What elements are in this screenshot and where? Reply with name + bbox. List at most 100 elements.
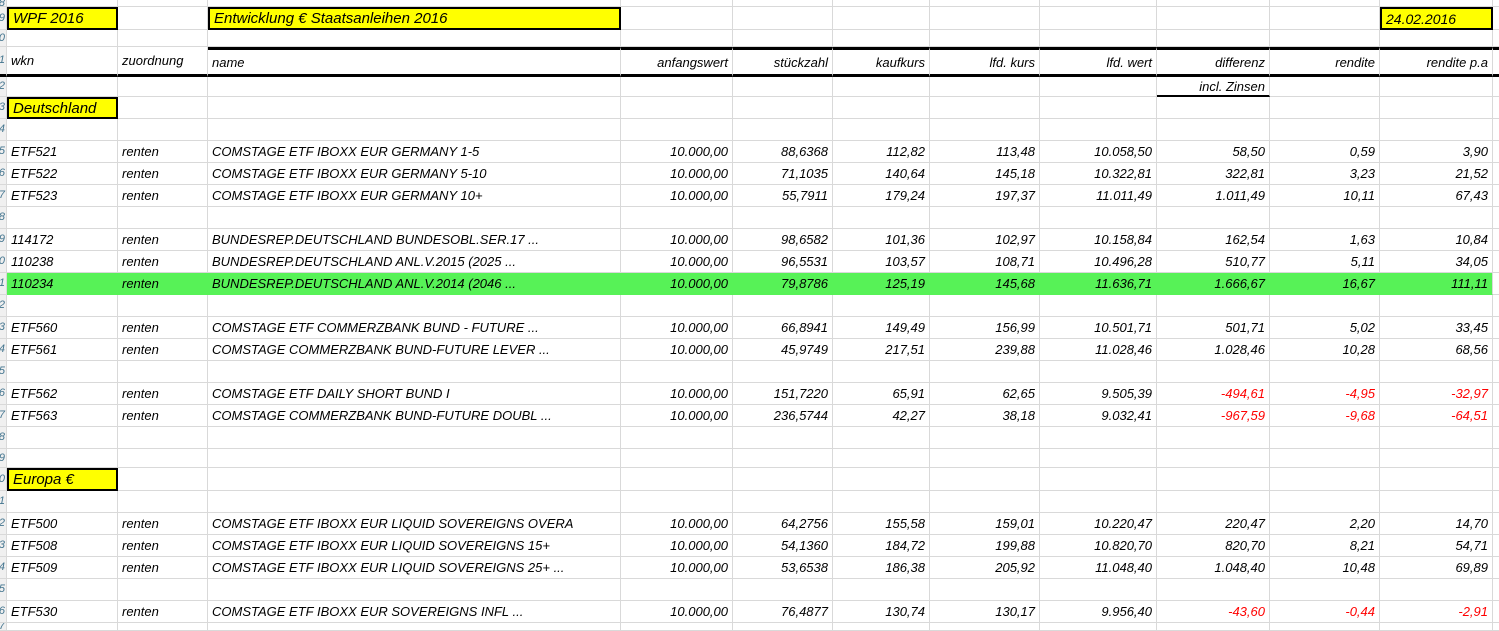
cell-name[interactable]: COMSTAGE COMMERZBANK BUND-FUTURE DOUBL .… xyxy=(208,405,621,427)
empty-cell[interactable] xyxy=(930,468,1040,491)
empty-cell[interactable] xyxy=(733,449,833,468)
empty-cell[interactable] xyxy=(733,7,833,30)
empty-cell[interactable] xyxy=(1270,468,1380,491)
cell-lfd-kurs[interactable]: 113,48 xyxy=(930,141,1040,163)
cell-kaufkurs[interactable]: 149,49 xyxy=(833,317,930,339)
empty-cell[interactable] xyxy=(621,491,733,513)
empty-cell[interactable] xyxy=(1040,0,1157,7)
empty-cell[interactable] xyxy=(833,427,930,449)
empty-cell[interactable] xyxy=(1157,623,1270,631)
empty-cell[interactable] xyxy=(733,468,833,491)
cell-wkn[interactable]: ETF562 xyxy=(7,383,118,405)
cell-lfd-wert[interactable]: 10.220,47 xyxy=(1040,513,1157,535)
cell-wkn[interactable]: 114172 xyxy=(7,229,118,251)
row-header[interactable]: 29 xyxy=(0,449,7,468)
empty-cell[interactable] xyxy=(833,30,930,47)
cell-name[interactable]: COMSTAGE ETF IBOXX EUR GERMANY 1-5 xyxy=(208,141,621,163)
cell-zuordnung[interactable]: renten xyxy=(118,339,208,361)
cell-lfd-kurs[interactable]: 102,97 xyxy=(930,229,1040,251)
empty-cell[interactable] xyxy=(930,7,1040,30)
workbook-label-cell[interactable]: WPF 2016 xyxy=(7,7,118,30)
row-header[interactable]: 26 xyxy=(0,383,7,405)
cell-differenz[interactable]: 510,77 xyxy=(1157,251,1270,273)
empty-cell[interactable] xyxy=(1493,361,1499,383)
cell-kaufkurs[interactable]: 125,19 xyxy=(833,273,930,295)
col-header-rendite[interactable]: rendite xyxy=(1270,47,1380,77)
empty-cell[interactable] xyxy=(833,468,930,491)
cell-rendite[interactable]: 2,20 xyxy=(1270,513,1380,535)
empty-cell[interactable] xyxy=(118,623,208,631)
empty-cell[interactable] xyxy=(733,77,833,97)
row-header[interactable]: 9 xyxy=(0,7,7,30)
cell-lfd-kurs[interactable]: 38,18 xyxy=(930,405,1040,427)
cell-wkn[interactable]: 110238 xyxy=(7,251,118,273)
cell-name[interactable]: COMSTAGE COMMERZBANK BUND-FUTURE LEVER .… xyxy=(208,339,621,361)
empty-cell[interactable] xyxy=(1157,7,1270,30)
empty-cell[interactable] xyxy=(1157,361,1270,383)
cell-rendite-pa[interactable]: -64,51 xyxy=(1380,405,1493,427)
empty-cell[interactable] xyxy=(1493,468,1499,491)
empty-cell[interactable] xyxy=(1270,97,1380,119)
empty-cell[interactable] xyxy=(118,30,208,47)
empty-cell[interactable] xyxy=(1270,449,1380,468)
col-header-anfangswert[interactable]: anfangswert xyxy=(621,47,733,77)
empty-cell[interactable] xyxy=(7,491,118,513)
row-header[interactable]: 37 xyxy=(0,623,7,631)
empty-cell[interactable] xyxy=(1493,579,1499,601)
cell-lfd-wert[interactable]: 10.322,81 xyxy=(1040,163,1157,185)
cell-rendite-pa[interactable]: 21,52 xyxy=(1380,163,1493,185)
cell-name[interactable]: COMSTAGE ETF IBOXX EUR LIQUID SOVEREIGNS… xyxy=(208,557,621,579)
empty-cell[interactable] xyxy=(930,97,1040,119)
row-header[interactable]: 27 xyxy=(0,405,7,427)
cell-stueckzahl[interactable]: 236,5744 xyxy=(733,405,833,427)
cell-stueckzahl[interactable]: 45,9749 xyxy=(733,339,833,361)
empty-cell[interactable] xyxy=(7,119,118,141)
cell-differenz[interactable]: 501,71 xyxy=(1157,317,1270,339)
empty-cell[interactable] xyxy=(118,449,208,468)
cell-lfd-wert[interactable]: 9.505,39 xyxy=(1040,383,1157,405)
cell-differenz[interactable]: 820,70 xyxy=(1157,535,1270,557)
cell-zuordnung[interactable]: renten xyxy=(118,513,208,535)
empty-cell[interactable] xyxy=(733,491,833,513)
empty-cell[interactable] xyxy=(1157,295,1270,317)
row-header[interactable]: 10 xyxy=(0,30,7,47)
empty-cell[interactable] xyxy=(1493,557,1499,579)
empty-cell[interactable] xyxy=(208,77,621,97)
empty-cell[interactable] xyxy=(118,207,208,229)
empty-cell[interactable] xyxy=(1157,97,1270,119)
cell-stueckzahl[interactable]: 71,1035 xyxy=(733,163,833,185)
cell-rendite-pa[interactable]: 10,84 xyxy=(1380,229,1493,251)
empty-cell[interactable] xyxy=(930,623,1040,631)
cell-wkn[interactable]: ETF500 xyxy=(7,513,118,535)
cell-wkn[interactable]: ETF522 xyxy=(7,163,118,185)
cell-kaufkurs[interactable]: 103,57 xyxy=(833,251,930,273)
empty-cell[interactable] xyxy=(1040,449,1157,468)
empty-cell[interactable] xyxy=(1270,30,1380,47)
cell-zuordnung[interactable]: renten xyxy=(118,273,208,295)
empty-cell[interactable] xyxy=(621,468,733,491)
empty-cell[interactable] xyxy=(833,0,930,7)
cell-rendite[interactable]: 5,02 xyxy=(1270,317,1380,339)
empty-cell[interactable] xyxy=(1040,295,1157,317)
cell-lfd-kurs[interactable]: 239,88 xyxy=(930,339,1040,361)
empty-cell[interactable] xyxy=(118,7,208,30)
cell-stueckzahl[interactable]: 53,6538 xyxy=(733,557,833,579)
empty-cell[interactable] xyxy=(833,449,930,468)
row-header[interactable]: 30 xyxy=(0,468,7,491)
empty-cell[interactable] xyxy=(118,427,208,449)
cell-rendite-pa[interactable]: 68,56 xyxy=(1380,339,1493,361)
empty-cell[interactable] xyxy=(1380,468,1493,491)
cell-wkn[interactable]: ETF523 xyxy=(7,185,118,207)
empty-cell[interactable] xyxy=(1493,405,1499,427)
empty-cell[interactable] xyxy=(1493,295,1499,317)
empty-cell[interactable] xyxy=(930,579,1040,601)
cell-lfd-kurs[interactable]: 199,88 xyxy=(930,535,1040,557)
empty-cell[interactable] xyxy=(1493,77,1499,97)
cell-differenz[interactable]: 58,50 xyxy=(1157,141,1270,163)
empty-cell[interactable] xyxy=(621,30,733,47)
cell-lfd-kurs[interactable]: 197,37 xyxy=(930,185,1040,207)
empty-cell[interactable] xyxy=(7,361,118,383)
cell-anfangswert[interactable]: 10.000,00 xyxy=(621,317,733,339)
row-header[interactable]: 25 xyxy=(0,361,7,383)
cell-rendite[interactable]: 8,21 xyxy=(1270,535,1380,557)
